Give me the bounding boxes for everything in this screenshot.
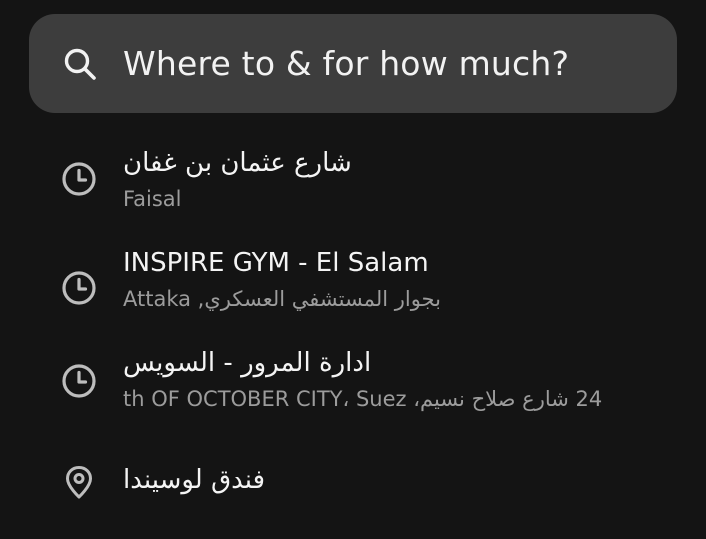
location-pin-icon: [61, 464, 97, 500]
search-bar[interactable]: Where to & for how much?: [29, 14, 677, 113]
place-subtitle: Faisal: [123, 187, 182, 211]
place-subtitle: 24 شارع صلاح نسيم، th OF OCTOBER CITY، S…: [123, 387, 603, 411]
place-subtitle: بجوار المستشفي العسكري, Attaka: [123, 287, 441, 311]
destination-search-screen: Where to & for how much? شارع عثمان بن غ…: [0, 0, 706, 539]
recent-place-item[interactable]: ادارة المرور - السويس 24 شارع صلاح نسيم،…: [0, 348, 706, 444]
clock-icon: [61, 363, 97, 399]
search-placeholder: Where to & for how much?: [123, 44, 570, 83]
place-title: INSPIRE GYM - El Salam: [123, 248, 429, 278]
place-title: شارع عثمان بن غفان: [123, 148, 352, 178]
recent-place-item[interactable]: INSPIRE GYM - El Salam بجوار المستشفي ال…: [0, 248, 706, 344]
recent-place-item[interactable]: شارع عثمان بن غفان Faisal: [0, 138, 706, 234]
place-title: فندق لوسيندا: [123, 465, 266, 495]
clock-icon: [61, 161, 97, 197]
search-icon: [63, 47, 97, 81]
place-title: ادارة المرور - السويس: [123, 348, 372, 378]
clock-icon: [61, 270, 97, 306]
recent-place-item[interactable]: فندق لوسيندا: [0, 450, 706, 539]
